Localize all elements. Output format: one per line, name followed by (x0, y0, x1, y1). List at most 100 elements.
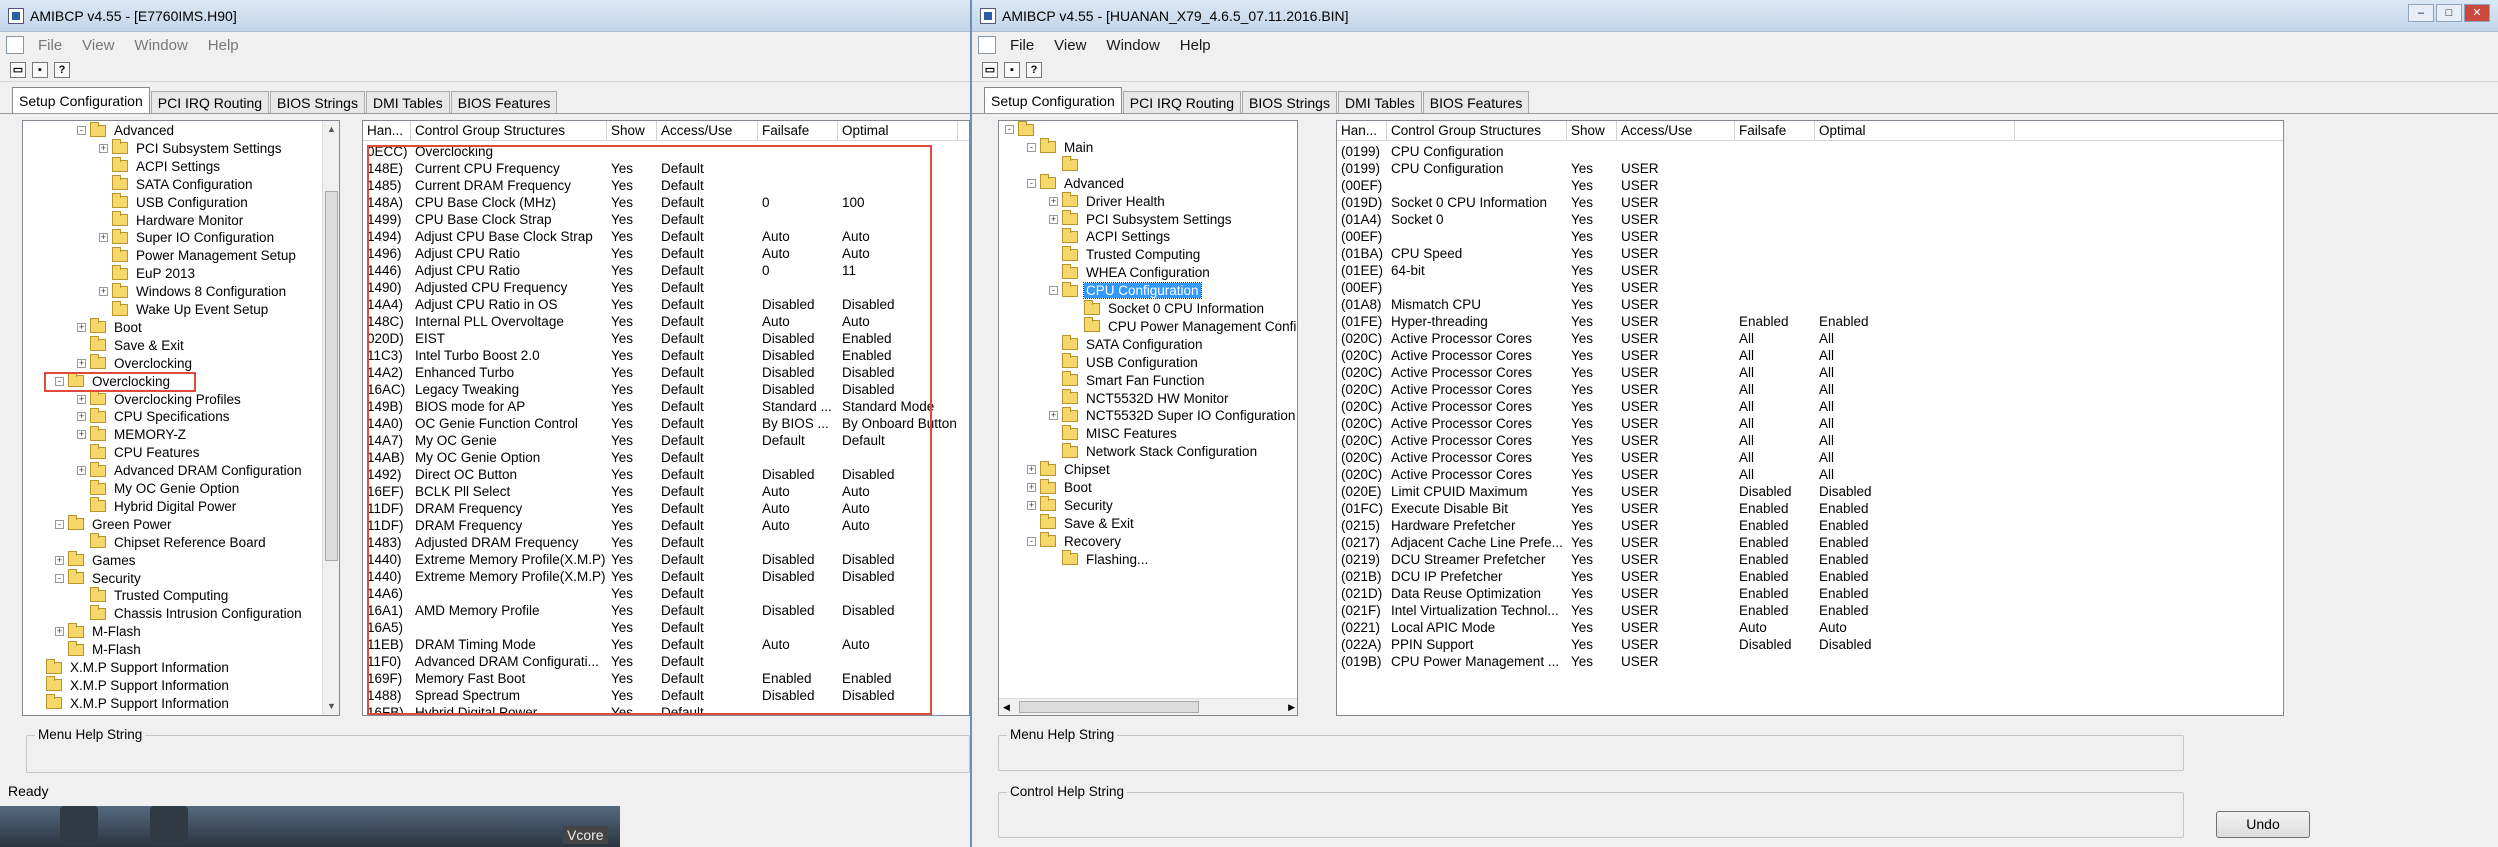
table-row[interactable]: (020C) Active Processor Cores Yes USER All Al… (1337, 466, 2015, 483)
table-row[interactable]: (01A8) Mismatch CPU Yes USER (1337, 296, 2015, 313)
column-header[interactable]: Control Group Structures (1387, 121, 1567, 141)
table-row[interactable]: 11DF) DRAM Frequency Yes Default Auto Auto (363, 517, 958, 534)
tree-item[interactable]: Hybrid Digital Power (77, 497, 238, 515)
table-row[interactable]: 14A6) Yes Default (363, 585, 958, 602)
table-row[interactable]: 14A7) My OC Genie Yes Default Default Default (363, 432, 958, 449)
table-row[interactable]: 16EF) BCLK Pll Select Yes Default Auto Auto (363, 483, 958, 500)
control-grid[interactable]: Han... Control Group Structures Show Access… (362, 120, 970, 716)
table-row[interactable]: (01FE) Hyper-threading Yes USER Enabled Enabl… (1337, 313, 2015, 330)
table-row[interactable]: 1488) Spread Spectrum Yes Default Disabled Di… (363, 687, 958, 704)
table-row[interactable]: (021B) DCU IP Prefetcher Yes USER Enabled Ena… (1337, 568, 2015, 585)
expand-icon[interactable]: + (77, 430, 86, 440)
expand-icon[interactable]: + (77, 412, 86, 422)
column-header[interactable]: Access/Use (1617, 121, 1735, 141)
tree-item[interactable]: M-Flash (55, 640, 143, 658)
table-row[interactable]: 11DF) DRAM Frequency Yes Default Auto Auto (363, 500, 958, 517)
open-icon[interactable]: ▭ (10, 61, 26, 78)
menu-help[interactable]: Help (198, 37, 249, 54)
table-row[interactable]: (022A) PPIN Support Yes USER Disabled Disable… (1337, 636, 2015, 653)
tree-item[interactable]: WHEA Configuration (1049, 263, 1212, 281)
tree-item[interactable]: + CPU Specifications (77, 407, 232, 425)
save-icon[interactable]: ▪ (32, 61, 48, 78)
maximize-icon[interactable]: □ (2436, 4, 2462, 22)
column-header[interactable]: Control Group Structures (411, 121, 607, 141)
help-icon[interactable]: ? (1026, 61, 1042, 78)
tree-item[interactable]: MISC Features (1049, 424, 1179, 442)
table-row[interactable]: (0219) DCU Streamer Prefetcher Yes USER Enab… (1337, 551, 2015, 568)
tree-item[interactable]: X.M.P Support Information (33, 694, 231, 712)
tree-item[interactable]: Save & Exit (77, 336, 186, 354)
column-header[interactable]: Show (607, 121, 657, 141)
tree-item[interactable]: X.M.P Support Information (33, 658, 231, 676)
tree-item[interactable]: + Boot (1027, 478, 1094, 496)
expand-icon[interactable]: + (99, 287, 108, 297)
tab-pci-irq-routing[interactable]: PCI IRQ Routing (150, 91, 270, 113)
expand-icon[interactable]: + (77, 358, 86, 368)
menu-help[interactable]: Help (1170, 37, 1221, 54)
tab-bios-strings[interactable]: BIOS Strings (270, 91, 365, 113)
table-row[interactable]: 020D) EIST Yes Default Disabled Enabled (363, 330, 958, 347)
column-header[interactable]: Show (1567, 121, 1617, 141)
tree-item[interactable]: + PCI Subsystem Settings (1049, 210, 1234, 228)
tree-item[interactable]: Hardware Monitor (99, 211, 245, 229)
tree-item[interactable]: NCT5532D HW Monitor (1049, 389, 1231, 407)
table-row[interactable]: 0ECC) Overclocking (363, 143, 958, 160)
tree-item[interactable]: CPU Features (77, 443, 202, 461)
table-row[interactable]: (021F) Intel Virtualization Technol... Yes… (1337, 602, 2015, 619)
column-header[interactable]: Han... (363, 121, 411, 141)
table-row[interactable]: 11C3) Intel Turbo Boost 2.0 Yes Default Disa… (363, 347, 958, 364)
expand-icon[interactable]: + (55, 627, 64, 637)
table-row[interactable]: (020C) Active Processor Cores Yes USER All Al… (1337, 432, 2015, 449)
menu-file[interactable]: File (1000, 37, 1044, 54)
setup-tree[interactable]: ◀ ▶ - - Main - Advanced + Driver Health + PCI Su… (998, 120, 1298, 716)
scroll-right-icon[interactable]: ▶ (1288, 699, 1295, 715)
table-row[interactable]: 14A0) OC Genie Function Control Yes Default… (363, 415, 958, 432)
menu-window[interactable]: Window (124, 37, 197, 54)
table-row[interactable]: 1494) Adjust CPU Base Clock Strap Yes Defau… (363, 228, 958, 245)
table-row[interactable]: 148E) Current CPU Frequency Yes Default (363, 160, 958, 177)
expand-icon[interactable]: + (99, 233, 108, 243)
column-header[interactable]: Failsafe (1735, 121, 1815, 141)
table-row[interactable]: (020C) Active Processor Cores Yes USER All Al… (1337, 415, 2015, 432)
expand-icon[interactable]: + (55, 555, 64, 565)
tree-item[interactable]: SATA Configuration (1049, 335, 1205, 353)
scroll-thumb[interactable] (325, 191, 338, 561)
collapse-icon[interactable]: - (55, 573, 64, 583)
table-row[interactable]: 16A1) AMD Memory Profile Yes Default Disable… (363, 602, 958, 619)
tree-item[interactable]: + Windows 8 Configuration (99, 282, 288, 300)
tree-item[interactable]: Power Management Setup (99, 246, 298, 264)
table-row[interactable]: (020C) Active Processor Cores Yes USER All Al… (1337, 330, 2015, 347)
tree-item[interactable]: My OC Genie Option (77, 479, 241, 497)
tree-hscrollbar[interactable]: ◀ ▶ (999, 698, 1297, 715)
tab-dmi-tables[interactable]: DMI Tables (365, 91, 450, 113)
tree-item[interactable]: ACPI Settings (1049, 227, 1172, 245)
menu-file[interactable]: File (28, 37, 72, 54)
tab-bios-strings[interactable]: BIOS Strings (1242, 91, 1337, 113)
table-row[interactable]: (00EF) Yes USER (1337, 177, 2015, 194)
tree-item[interactable]: + Super IO Configuration (99, 228, 276, 246)
column-header[interactable]: Optimal (1815, 121, 2015, 141)
tree-item[interactable]: + NCT5532D Super IO Configuration (1049, 406, 1297, 424)
menu-view[interactable]: View (1044, 37, 1096, 54)
tree-item[interactable]: Save & Exit (1027, 514, 1136, 532)
table-row[interactable]: 16AC) Legacy Tweaking Yes Default Disabled Di… (363, 381, 958, 398)
table-row[interactable]: 1440) Extreme Memory Profile(X.M.P) Yes Def… (363, 568, 958, 585)
collapse-icon[interactable]: - (1005, 125, 1014, 134)
tree-item[interactable]: + Overclocking Profiles (77, 390, 243, 408)
tree-item[interactable]: ACPI Settings (99, 157, 222, 175)
scroll-left-icon[interactable]: ◀ (1003, 699, 1010, 715)
tree-item[interactable]: - Green Power (55, 515, 174, 533)
table-row[interactable]: (020C) Active Processor Cores Yes USER All Al… (1337, 381, 2015, 398)
table-row[interactable]: 1492) Direct OC Button Yes Default Disabled D… (363, 466, 958, 483)
collapse-icon[interactable]: - (1027, 536, 1036, 546)
table-row[interactable]: 1490) Adjusted CPU Frequency Yes Default (363, 279, 958, 296)
table-row[interactable]: (020C) Active Processor Cores Yes USER All Al… (1337, 364, 2015, 381)
tree-item[interactable]: Wake Up Event Setup (99, 300, 270, 318)
expand-icon[interactable]: + (1049, 214, 1058, 224)
tree-item[interactable]: SATA Configuration (99, 175, 255, 193)
table-row[interactable]: (020C) Active Processor Cores Yes USER All Al… (1337, 347, 2015, 364)
document-icon[interactable] (6, 36, 24, 54)
tree-item[interactable]: Smart Fan Function (1049, 371, 1207, 389)
table-row[interactable]: (0221) Local APIC Mode Yes USER Auto Auto (1337, 619, 2015, 636)
table-row[interactable]: (019B) CPU Power Management ... Yes USER (1337, 653, 2015, 670)
